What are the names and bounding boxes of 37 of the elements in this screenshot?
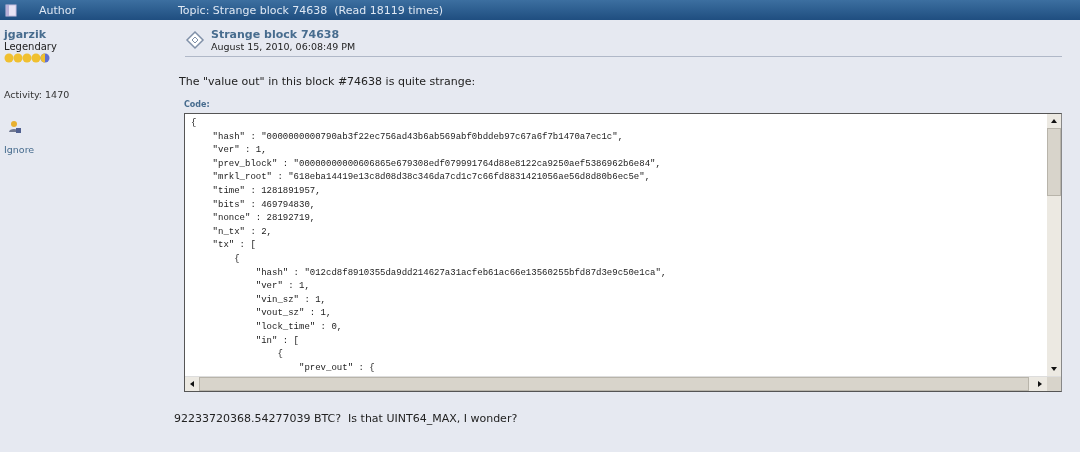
code-line: "ver" : 1, xyxy=(211,144,268,158)
code-line: "vin_sz" : 1, xyxy=(254,293,328,307)
column-header: Author xyxy=(39,3,77,17)
code-line: { xyxy=(191,117,198,130)
document-icon xyxy=(5,3,17,17)
code-line: "hash" : "012cd8f8910355da9dd214627a31acfeb61ac66e13560255bfd87d3e9c50e1ca", xyxy=(254,266,668,280)
code-line: "bits" : 469794830, xyxy=(211,198,317,212)
code-line: { xyxy=(276,348,284,362)
code-line: "mrkl_root" : "618eba14419e13c8d08d38c346da7cd1c7c66fd8831421056ae56d8d80b6ec5e", xyxy=(211,171,652,185)
ignore-link[interactable]: Ignore xyxy=(4,144,35,155)
code-line: "prev_block" : "00000000000606865e679308edf079991764d88e8122ca9250aef5386962b6e84", xyxy=(211,157,662,171)
code-line: "ver" : 1, xyxy=(254,280,311,294)
code-line: "time" : 1281891957, xyxy=(211,184,322,198)
post-text: The "value out" in this block #74638 is quite strange: xyxy=(179,75,477,88)
code-line: "hash" : "0000000000790ab3f22ec756ad43b6ab569abf0bddeb97c67a6f7b1470a7ec1c", xyxy=(211,130,625,144)
code-line: "lock_time" : 0, xyxy=(254,320,344,334)
code-line: { xyxy=(233,252,241,266)
horizontal-scrollbar[interactable] xyxy=(185,376,1061,391)
coin-icon xyxy=(40,53,50,63)
code-line: "tx" : [ xyxy=(211,239,257,253)
author-rank: Legendary xyxy=(4,41,57,52)
code-line: "nonce" : 28192719, xyxy=(211,212,317,226)
code-label: Code: xyxy=(184,100,210,109)
resize-corner xyxy=(1047,377,1061,391)
code-line: "n_tx" : 2, xyxy=(211,225,273,239)
post-title[interactable]: Strange block 74638 xyxy=(211,28,356,41)
activity-count: Activity: 1470 xyxy=(4,89,70,100)
post-date: August 15, 2010, 06:08:49 PM xyxy=(211,41,356,52)
post-icon xyxy=(185,30,205,50)
post-text: 92233720368.54277039 BTC? Is that UINT64_MAX, I wonder? xyxy=(174,412,519,425)
code-line: "vout_sz" : 1, xyxy=(254,307,333,321)
code-line: "prev_out" : { xyxy=(298,361,376,375)
author-name[interactable]: jgarzik xyxy=(4,28,46,41)
person-icon[interactable] xyxy=(8,120,22,134)
vertical-scrollbar[interactable] xyxy=(1047,114,1061,376)
topic-title: Topic: Strange block 74638 (Read 18119 times) xyxy=(178,3,444,17)
code-line: "in" : [ xyxy=(254,334,301,348)
